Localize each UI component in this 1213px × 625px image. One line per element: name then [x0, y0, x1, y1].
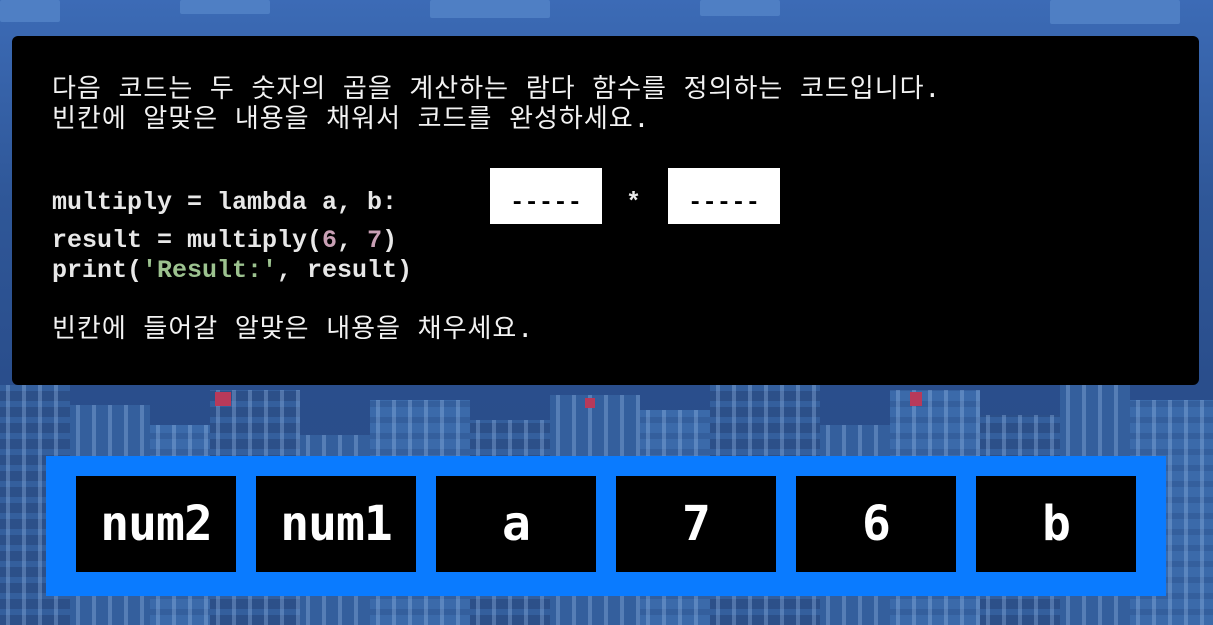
option-6[interactable]: 6	[796, 476, 956, 572]
question-panel: 다음 코드는 두 숫자의 곱을 계산하는 람다 함수를 정의하는 코드입니다. …	[12, 36, 1199, 385]
code-line-2: result = multiply(6, 7)	[52, 226, 398, 255]
option-7[interactable]: 7	[616, 476, 776, 572]
multiply-operator: *	[626, 188, 642, 217]
option-num2[interactable]: num2	[76, 476, 236, 572]
code-line-1: multiply = lambda a, b:	[52, 188, 398, 217]
question-text-line-1: 다음 코드는 두 숫자의 곱을 계산하는 람다 함수를 정의하는 코드입니다.	[52, 74, 942, 104]
option-a[interactable]: a	[436, 476, 596, 572]
question-text-line-2: 빈칸에 알맞은 내용을 채워서 코드를 완성하세요.	[52, 104, 651, 134]
answer-options-tray: num2 num1 a 7 6 b	[46, 456, 1166, 596]
blank-slot-2[interactable]: -----	[668, 168, 780, 224]
blank-slot-1[interactable]: -----	[490, 168, 602, 224]
option-b[interactable]: b	[976, 476, 1136, 572]
option-num1[interactable]: num1	[256, 476, 416, 572]
code-line-3: print('Result:', result)	[52, 256, 413, 285]
instruction-text: 빈칸에 들어갈 알맞은 내용을 채우세요.	[52, 314, 534, 344]
